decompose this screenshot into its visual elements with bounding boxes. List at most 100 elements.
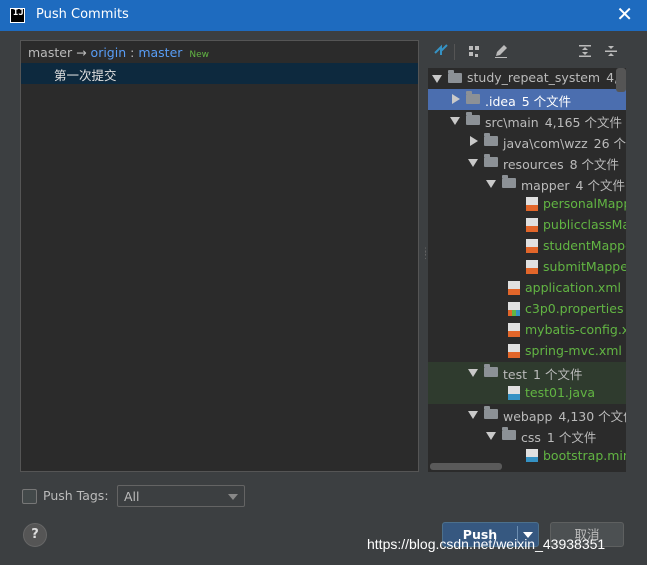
- xml-file-icon: [526, 197, 538, 211]
- tree-item-name: personalMapp: [543, 196, 626, 211]
- tree-folder-row[interactable]: src\main 4,165 个文件: [428, 110, 626, 131]
- tree-item-count: 1 个文件: [533, 367, 583, 382]
- expand-arrow-icon[interactable]: [486, 432, 496, 440]
- tags-select[interactable]: All: [117, 485, 245, 507]
- folder-icon: [466, 112, 480, 125]
- tree-item-name: c3p0.properties: [525, 301, 624, 316]
- tree-item-name: resources: [503, 157, 564, 172]
- tree-file-row[interactable]: spring-mvc.xml: [428, 341, 626, 362]
- tree-item-label: bootstrap.min.c: [543, 448, 626, 463]
- tree-file-row[interactable]: publicclassMap: [428, 215, 626, 236]
- tree-folder-row[interactable]: .idea 5 个文件: [428, 89, 626, 110]
- commit-message: 第一次提交: [54, 68, 117, 83]
- tree-folder-row[interactable]: test 1 个文件: [428, 362, 626, 383]
- tree-folder-row[interactable]: java\com\wzz 26 个文: [428, 131, 626, 152]
- changed-files-tree[interactable]: study_repeat_system4,172 .idea 5 个文件 src\ma…: [428, 68, 626, 472]
- tree-item-count: 5 个文件: [521, 94, 572, 109]
- expand-arrow-icon[interactable]: [468, 159, 478, 167]
- expand-all-icon[interactable]: [576, 43, 594, 61]
- tree-file-row[interactable]: submitMapper: [428, 257, 626, 278]
- folder-icon: [502, 175, 516, 188]
- tree-file-row[interactable]: c3p0.properties: [428, 299, 626, 320]
- close-icon[interactable]: ✕: [616, 3, 633, 25]
- collapse-arrow-icon[interactable]: [452, 94, 460, 104]
- tree-item-label: .idea 5 个文件: [485, 91, 571, 110]
- scrollbar-thumb[interactable]: [430, 463, 502, 470]
- collapse-all-icon[interactable]: [602, 43, 620, 61]
- folder-icon: [484, 154, 498, 167]
- tree-item-name: css: [521, 430, 541, 445]
- tree-item-name: studentMapper: [543, 238, 626, 253]
- expand-arrow-icon[interactable]: [450, 117, 460, 125]
- tree-file-row[interactable]: application.xml: [428, 278, 626, 299]
- tree-item-label: submitMapper: [543, 259, 626, 274]
- tree-item-label: publicclassMap: [543, 217, 626, 232]
- tree-item-name: webapp: [503, 409, 553, 424]
- tree-item-name: application.xml: [525, 280, 621, 295]
- tree-item-label: study_repeat_system4,172: [467, 70, 626, 85]
- edit-icon[interactable]: [492, 43, 510, 61]
- tree-item-label: test01.java: [525, 385, 595, 400]
- tree-item-name: mybatis-config.xm: [525, 322, 626, 337]
- folder-icon: [484, 133, 498, 146]
- toolbar-divider: [454, 44, 455, 60]
- folder-icon: [484, 406, 498, 419]
- commits-panel: master → origin : master New 第一次提交: [20, 40, 419, 472]
- push-tags-label: Push Tags:: [43, 488, 109, 503]
- tree-horizontal-scrollbar[interactable]: [428, 462, 626, 471]
- tree-folder-row[interactable]: resources 8 个文件: [428, 152, 626, 173]
- tree-vertical-scrollbar[interactable]: [616, 68, 626, 92]
- expand-arrow-icon[interactable]: [432, 75, 442, 83]
- tree-item-label: java\com\wzz 26 个文: [503, 133, 626, 152]
- tree-item-label: resources 8 个文件: [503, 154, 619, 173]
- tree-file-row[interactable]: personalMapp: [428, 194, 626, 215]
- expand-arrow-icon[interactable]: [486, 180, 496, 188]
- tree-item-name: study_repeat_system: [467, 70, 601, 85]
- chevron-down-icon: [228, 494, 238, 500]
- branch-target-line[interactable]: master → origin : master New: [28, 45, 209, 60]
- tree-item-name: src\main: [485, 115, 539, 130]
- tree-file-row[interactable]: mybatis-config.xm: [428, 320, 626, 341]
- tree-item-count: 1 个文件: [546, 430, 597, 445]
- xml-file-icon: [508, 344, 520, 358]
- tree-item-name: test: [503, 367, 528, 382]
- group-icon[interactable]: [466, 43, 484, 61]
- tree-file-row[interactable]: test01.java: [428, 383, 626, 404]
- xml-file-icon: [526, 239, 538, 253]
- tree-item-count: 8 个文件: [569, 157, 620, 172]
- tree-folder-row[interactable]: mapper 4 个文件: [428, 173, 626, 194]
- folder-icon: [466, 91, 480, 104]
- tree-item-name: publicclassMap: [543, 217, 626, 232]
- xml-file-icon: [526, 260, 538, 274]
- remote-branch-link[interactable]: master: [138, 45, 182, 60]
- tree-item-count: 4 个文件: [575, 178, 625, 193]
- expand-arrow-icon[interactable]: [468, 369, 478, 377]
- tree-item-name: .idea: [485, 94, 516, 109]
- tree-item-label: personalMapp: [543, 196, 626, 211]
- collapse-arrows-icon[interactable]: [432, 43, 450, 61]
- tree-item-name: submitMapper: [543, 259, 626, 274]
- xml-file-icon: [526, 218, 538, 232]
- help-button[interactable]: ?: [23, 523, 47, 547]
- tree-item-label: c3p0.properties: [525, 301, 623, 316]
- tree-folder-row[interactable]: css 1 个文件: [428, 425, 626, 446]
- collapse-arrow-icon[interactable]: [470, 136, 478, 146]
- tree-folder-row[interactable]: webapp 4,130 个文件: [428, 404, 626, 425]
- expand-arrow-icon[interactable]: [468, 411, 478, 419]
- css-file-icon: [526, 449, 538, 463]
- watermark: https://blog.csdn.net/weixin_43938351: [367, 536, 606, 552]
- tree-item-name: bootstrap.min.c: [543, 448, 626, 463]
- push-tags-checkbox[interactable]: [22, 489, 37, 504]
- local-branch: master: [28, 45, 73, 60]
- commit-row[interactable]: 第一次提交: [21, 63, 418, 84]
- tree-item-label: spring-mvc.xml: [525, 343, 622, 358]
- changes-toolbar: [428, 40, 628, 64]
- tree-folder-row[interactable]: study_repeat_system4,172: [428, 68, 626, 89]
- folder-icon: [448, 70, 462, 83]
- remote-name[interactable]: origin: [91, 45, 127, 60]
- tree-item-label: test 1 个文件: [503, 364, 582, 383]
- tree-file-row[interactable]: studentMapper: [428, 236, 626, 257]
- tree-item-name: test01.java: [525, 385, 596, 400]
- tree-item-label: studentMapper: [543, 238, 626, 253]
- tree-item-label: mybatis-config.xm: [525, 322, 626, 337]
